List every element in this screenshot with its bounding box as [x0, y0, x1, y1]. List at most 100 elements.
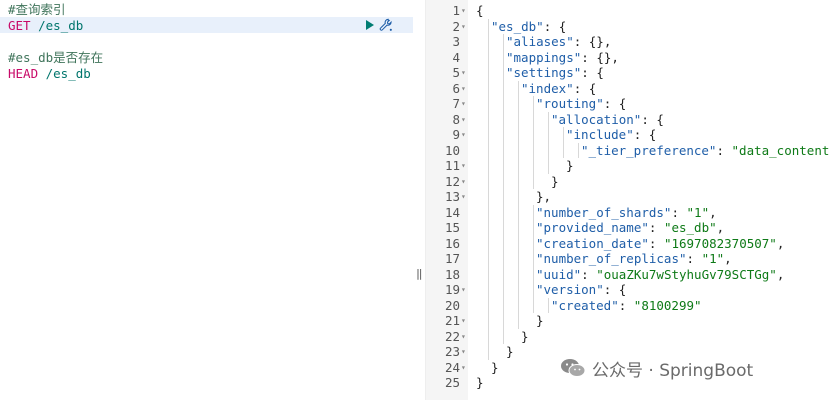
indent-guide	[518, 235, 519, 251]
line-number: 13	[444, 189, 460, 204]
fold-toggle-icon[interactable]: ▾	[461, 3, 466, 19]
response-line: 22 ▾}	[426, 328, 830, 345]
indent-guide	[563, 142, 564, 158]
indent-guide	[533, 96, 534, 112]
indent-guide	[533, 127, 534, 143]
response-line: 12 ▾}	[426, 173, 830, 190]
line-number: 2	[452, 18, 460, 34]
indent-guide	[503, 313, 504, 329]
indent-guide	[503, 266, 504, 282]
indent-guide	[518, 158, 519, 174]
response-line: 13 ▾},	[426, 189, 830, 205]
response-line: 5 ▾ "settings": {	[426, 65, 830, 81]
indent-guide	[518, 142, 519, 158]
wrench-icon[interactable]	[379, 18, 393, 32]
indent-guide	[533, 220, 534, 236]
indent-guide	[533, 235, 534, 251]
indent-guide	[488, 235, 489, 251]
indent-guide	[488, 96, 489, 112]
indent-guide	[488, 189, 489, 205]
fold-toggle-icon[interactable]: ▾	[461, 313, 466, 329]
indent-guide	[488, 173, 489, 189]
request-path: /es_db	[38, 66, 91, 81]
indent-guide	[518, 220, 519, 236]
request-line: HEAD /es_db	[8, 66, 91, 82]
code-text: }	[566, 158, 574, 173]
response-line: 8 ▾ "allocation": {	[426, 111, 830, 128]
indent-guide	[503, 220, 504, 236]
indent-guide	[488, 142, 489, 158]
indent-guide	[488, 313, 489, 329]
fold-toggle-icon[interactable]: ▾	[461, 282, 466, 298]
code-text: }	[476, 375, 484, 390]
indent-guide	[503, 282, 504, 298]
indent-guide	[548, 158, 549, 174]
indent-guide	[518, 127, 519, 143]
indent-guide	[503, 49, 504, 65]
fold-toggle-icon[interactable]: ▾	[461, 112, 466, 128]
indent-guide	[488, 111, 489, 127]
response-line: 16 "creation_date": "1697082370507",	[426, 235, 830, 251]
indent-guide	[533, 266, 534, 282]
http-method: HEAD	[8, 66, 39, 81]
indent-guide	[533, 142, 534, 158]
indent-guide	[503, 80, 504, 96]
fold-toggle-icon[interactable]: ▾	[461, 127, 466, 143]
response-viewer: 1 ▾{2 ▾ "es_db": {3 "aliases": {}, 4 "mappings…	[425, 0, 830, 400]
comment-line: #查询索引	[8, 2, 66, 17]
code-text: "uuid": "ouaZKu7wStyhuGv79SCTGg",	[536, 266, 785, 282]
code-text: }	[521, 328, 529, 344]
response-line: 2 ▾ "es_db": {	[426, 18, 830, 35]
line-number: 5	[452, 65, 460, 80]
indent-guide	[548, 111, 549, 127]
fold-toggle-icon[interactable]: ▾	[461, 81, 466, 97]
request-editor[interactable]: #查询索引 GET /es_db #es_db是否存在 HEAD /es_db	[0, 0, 413, 400]
fold-toggle-icon[interactable]: ▾	[461, 329, 466, 345]
indent-guide	[488, 80, 489, 96]
fold-toggle-icon[interactable]: ▾	[461, 65, 466, 81]
fold-toggle-icon[interactable]: ▾	[461, 96, 466, 112]
line-number: 3	[452, 34, 460, 49]
response-line: 6 ▾ "index": {	[426, 80, 830, 97]
indent-guide	[488, 282, 489, 298]
indent-guide	[518, 173, 519, 189]
indent-guide	[488, 49, 489, 65]
response-line: 15 "provided_name": "es_db",	[426, 220, 830, 236]
line-number: 23	[444, 344, 460, 359]
line-number: 24	[444, 359, 460, 375]
fold-toggle-icon[interactable]: ▾	[461, 174, 466, 190]
indent-guide	[518, 189, 519, 205]
response-line: 19 ▾ "version": {	[426, 282, 830, 298]
indent-guide	[518, 282, 519, 298]
fold-toggle-icon[interactable]: ▾	[461, 19, 466, 35]
code-text: },	[536, 189, 552, 204]
request-actions	[366, 17, 393, 33]
code-text: "routing": {	[536, 96, 627, 111]
indent-guide	[503, 189, 504, 205]
indent-guide	[548, 127, 549, 143]
indent-guide	[488, 204, 489, 220]
line-number: 18	[444, 266, 460, 282]
response-line: 17 "number_of_replicas": "1",	[426, 251, 830, 267]
fold-toggle-icon[interactable]: ▾	[461, 189, 466, 205]
indent-guide	[503, 173, 504, 189]
indent-guide	[503, 34, 504, 50]
code-text: }	[551, 173, 559, 189]
indent-guide	[518, 313, 519, 329]
resize-grip-icon[interactable]: ‖	[416, 268, 423, 280]
response-line: 20 "created": "8100299"	[426, 297, 830, 313]
indent-guide	[488, 251, 489, 267]
fold-toggle-icon[interactable]: ▾	[461, 360, 466, 376]
pane-divider[interactable]	[413, 0, 425, 400]
line-number: 6	[452, 80, 460, 96]
play-icon[interactable]	[366, 20, 374, 30]
fold-toggle-icon[interactable]: ▾	[461, 344, 466, 360]
code-text: "number_of_shards": "1",	[536, 204, 717, 220]
indent-guide	[518, 96, 519, 112]
indent-guide	[503, 96, 504, 112]
code-text: "number_of_replicas": "1",	[536, 251, 732, 266]
line-number: 8	[452, 111, 460, 127]
fold-toggle-icon[interactable]: ▾	[461, 158, 466, 174]
watermark-text: 公众号 · SpringBoot	[592, 360, 754, 381]
indent-guide	[503, 142, 504, 158]
